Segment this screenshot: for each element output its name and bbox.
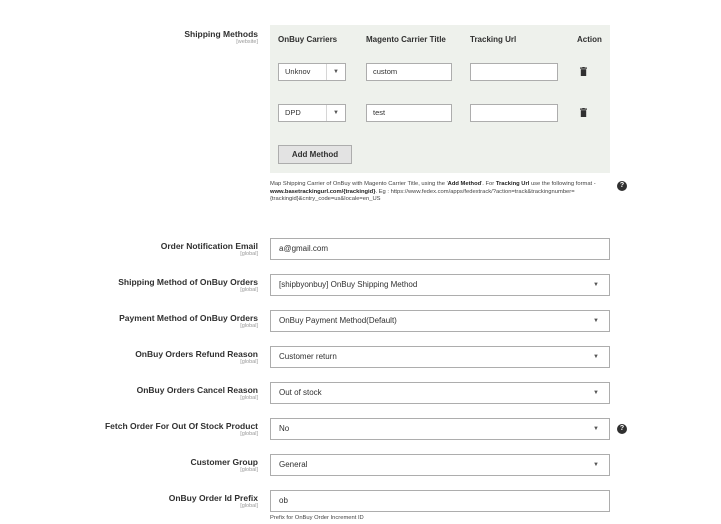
field-value: General bbox=[279, 460, 308, 469]
field-scope: [global] bbox=[240, 503, 258, 509]
cancel-reason-select[interactable]: Out of stock ▼ bbox=[270, 382, 610, 404]
shipping-methods-note: Map Shipping Carrier of OnBuy with Magen… bbox=[270, 181, 600, 204]
field-value: Customer return bbox=[279, 352, 337, 361]
carrier-select-row-2[interactable]: DPD ▼ bbox=[278, 104, 346, 122]
chevron-down-icon: ▼ bbox=[593, 318, 599, 324]
carrier-title-input-row-2[interactable]: test bbox=[366, 104, 452, 122]
help-icon[interactable]: ? bbox=[617, 424, 627, 434]
field-scope: [global] bbox=[240, 359, 258, 365]
field-value: a@gmail.com bbox=[279, 244, 329, 253]
note-text: use the following format - bbox=[529, 181, 596, 187]
field-scope: [global] bbox=[240, 251, 258, 257]
field-label: OnBuy Order Id Prefix bbox=[168, 493, 258, 503]
carrier-select-row-1[interactable]: Unknov ▼ bbox=[278, 63, 346, 81]
field-scope: [global] bbox=[240, 323, 258, 329]
customer-group-select[interactable]: General ▼ bbox=[270, 454, 610, 476]
column-header-tracking-url: Tracking Url bbox=[470, 35, 517, 44]
carrier-title-input-row-1[interactable]: custom bbox=[366, 63, 452, 81]
order-id-prefix-input[interactable]: ob bbox=[270, 490, 610, 512]
chevron-down-icon: ▼ bbox=[593, 462, 599, 468]
help-icon[interactable]: ? bbox=[617, 181, 627, 191]
field-scope: [global] bbox=[240, 287, 258, 293]
trash-icon[interactable] bbox=[580, 108, 587, 117]
refund-reason-select[interactable]: Customer return ▼ bbox=[270, 346, 610, 368]
field-label: OnBuy Orders Cancel Reason bbox=[136, 385, 258, 395]
chevron-down-icon: ▼ bbox=[593, 390, 599, 396]
field-value: No bbox=[279, 424, 290, 433]
note-text: '. For bbox=[481, 181, 496, 187]
carrier-select-value: Unknov bbox=[285, 67, 311, 76]
field-scope: [global] bbox=[240, 467, 258, 473]
field-label: Fetch Order For Out Of Stock Product bbox=[104, 421, 258, 431]
note-bold: www.basetrackingurl.com/{trackingid} bbox=[270, 188, 376, 195]
field-label: OnBuy Orders Refund Reason bbox=[135, 349, 258, 359]
fetch-out-of-stock-select[interactable]: No ▼ bbox=[270, 418, 610, 440]
chevron-down-icon: ▼ bbox=[593, 426, 599, 432]
field-scope: [global] bbox=[240, 431, 258, 437]
column-header-magento-carrier-title: Magento Carrier Title bbox=[366, 35, 446, 44]
note-bold: Add Method bbox=[447, 181, 482, 187]
trash-icon[interactable] bbox=[580, 67, 587, 76]
tracking-url-input-row-2[interactable] bbox=[470, 104, 558, 122]
field-scope: [global] bbox=[240, 395, 258, 401]
note-bold: Tracking Url bbox=[495, 181, 530, 187]
shipping-methods-scope: [website] bbox=[236, 39, 258, 45]
note-text: Map Shipping Carrier of OnBuy with Magen… bbox=[270, 181, 448, 187]
field-value: Out of stock bbox=[279, 388, 322, 397]
payment-method-select[interactable]: OnBuy Payment Method(Default) ▼ bbox=[270, 310, 610, 332]
field-value: [shipbyonbuy] OnBuy Shipping Method bbox=[279, 280, 418, 289]
field-label: Payment Method of OnBuy Orders bbox=[119, 313, 258, 323]
prefix-hint: Prefix for OnBuy Order Increment ID bbox=[270, 515, 364, 521]
tracking-url-input-row-1[interactable] bbox=[470, 63, 558, 81]
carrier-select-value: DPD bbox=[285, 108, 301, 117]
add-method-button[interactable]: Add Method bbox=[278, 145, 352, 164]
column-header-onbuy-carriers: OnBuy Carriers bbox=[278, 35, 338, 44]
chevron-down-icon: ▼ bbox=[326, 105, 345, 121]
field-value: ob bbox=[279, 496, 288, 505]
chevron-down-icon: ▼ bbox=[593, 354, 599, 360]
field-label: Customer Group bbox=[190, 457, 258, 467]
chevron-down-icon: ▼ bbox=[326, 64, 345, 80]
shipping-methods-label: Shipping Methods bbox=[184, 29, 258, 39]
field-label: Order Notification Email bbox=[160, 241, 258, 251]
field-label: Shipping Method of OnBuy Orders bbox=[118, 277, 258, 287]
field-value: OnBuy Payment Method(Default) bbox=[279, 316, 397, 325]
shipping-method-select[interactable]: [shipbyonbuy] OnBuy Shipping Method ▼ bbox=[270, 274, 610, 296]
order-notification-email-input[interactable]: a@gmail.com bbox=[270, 238, 610, 260]
column-header-action: Action bbox=[577, 35, 602, 44]
chevron-down-icon: ▼ bbox=[593, 282, 599, 288]
